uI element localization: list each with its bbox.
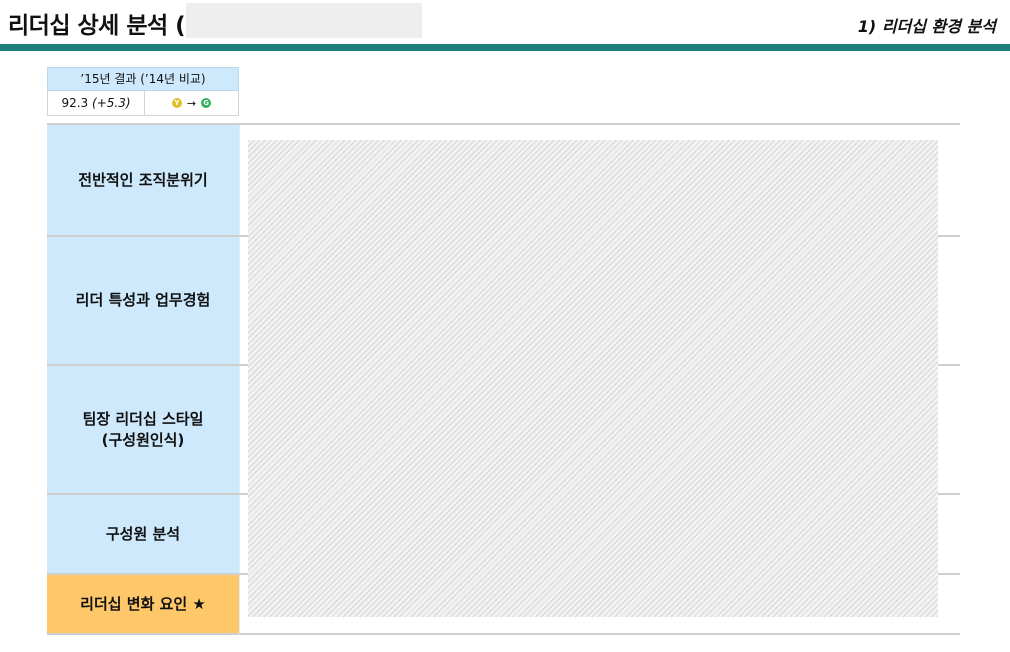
header-divider-bar [0,44,1010,51]
page-title: 리더십 상세 분석 ( [8,13,186,39]
yellow-grade-icon: Y [171,98,182,108]
row-label-leadership-style: 팀장 리더십 스타일 (구성원인식) [47,366,240,493]
row-label-leader-traits: 리더 특성과 업무경험 [47,237,240,364]
section-label: 1) 리더십 환경 분석 [857,17,996,36]
score-change: (+5.3) [92,96,131,110]
score-heading: ’15년 결과 (’14년 비교) [47,67,239,91]
score-trend-cell: Y → G [145,91,238,115]
score-summary: ’15년 결과 (’14년 비교) 92.3 (+5.3) Y → G [47,67,239,117]
redacted-title-block [186,3,422,38]
green-grade-icon: G [201,98,212,108]
arrow-right-icon: → [186,96,197,110]
score-row: 92.3 (+5.3) Y → G [47,91,239,116]
row-label-overall-atmosphere: 전반적인 조직분위기 [47,125,240,235]
row-label-member-analysis: 구성원 분석 [47,495,240,573]
redacted-content-block [248,140,938,617]
score-value: 92.3 [61,96,89,110]
row-label-change-factors: 리더십 변화 요인 ★ [47,575,240,633]
score-value-cell: 92.3 (+5.3) [48,91,145,115]
